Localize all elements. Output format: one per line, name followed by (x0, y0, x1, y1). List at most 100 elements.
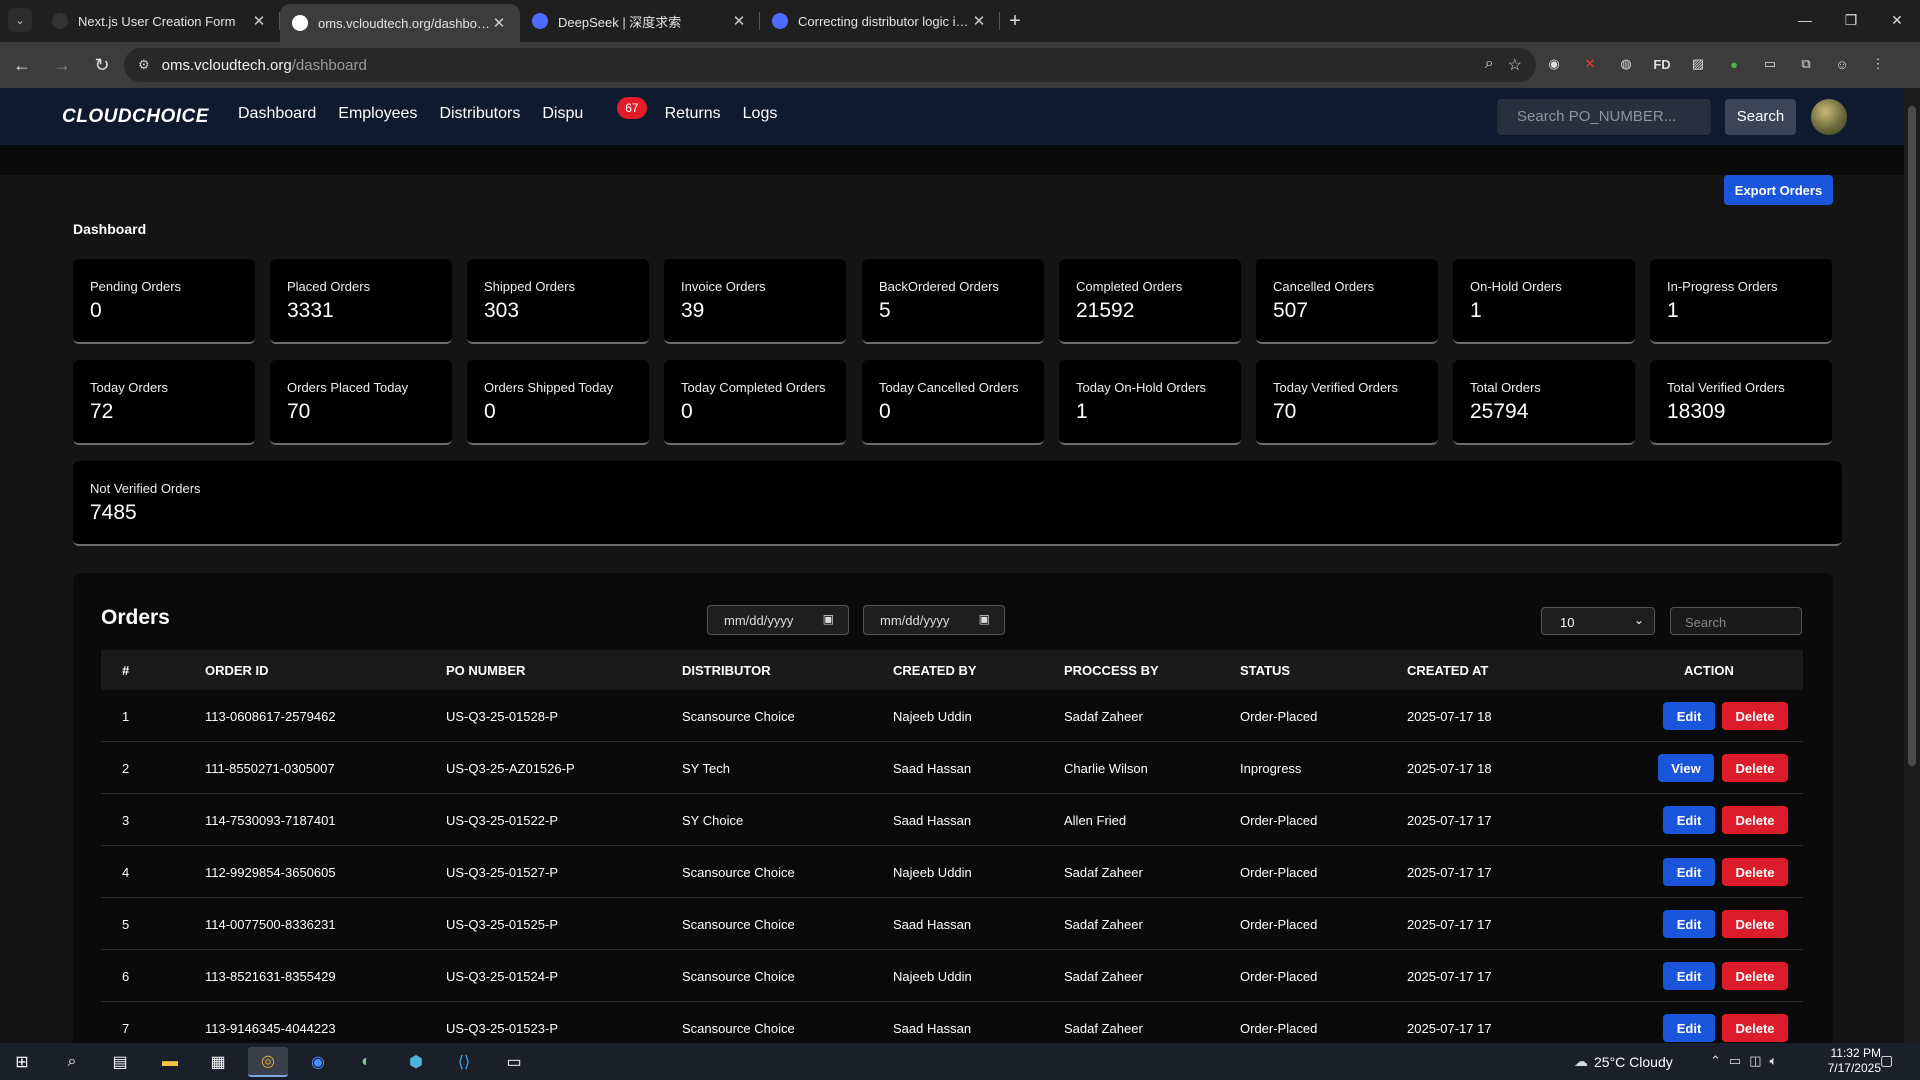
forward-icon[interactable]: → (44, 47, 80, 83)
close-tab-icon[interactable]: ✕ (490, 14, 508, 32)
delete-button[interactable]: Delete (1722, 702, 1788, 730)
extension-globe-icon[interactable]: ◍ (1612, 50, 1640, 78)
taskbar: ⊞ ⌕ ▤ ▬ ▦ ◎ ◉ ◐ ⬢ ⟨⟩ ▭ ☁ 25°C Cloudy ⌃ ▭ … (0, 1043, 1920, 1080)
tab-search-chevron-icon[interactable]: ⌄ (8, 8, 32, 32)
browser-tab[interactable]: oms.vcloudtech.org/dashboard ✕ (280, 4, 520, 42)
nav-distributors[interactable]: Distributors (439, 105, 520, 123)
scrollbar-thumb[interactable] (1908, 106, 1916, 766)
view-button[interactable]: View (1658, 754, 1714, 782)
zoom-icon[interactable]: ⌕ (1485, 55, 1494, 75)
po-search-input[interactable]: Search PO_NUMBER... (1497, 99, 1711, 135)
back-icon[interactable]: ← (4, 47, 40, 83)
extension-image-icon[interactable]: ▨ (1684, 50, 1712, 78)
battery-icon[interactable]: ▭ (1729, 1053, 1741, 1069)
delete-button[interactable]: Delete (1722, 858, 1788, 886)
created-at-cell: 2025-07-17 17 (1407, 917, 1492, 932)
bookmark-star-icon[interactable]: ☆ (1508, 55, 1522, 75)
windows-start-icon[interactable]: ⊞ (2, 1047, 42, 1077)
taskbar-search-icon[interactable]: ⌕ (52, 1047, 92, 1077)
edit-button[interactable]: Edit (1663, 858, 1715, 886)
delete-button[interactable]: Delete (1722, 754, 1788, 782)
extension-green-icon[interactable]: ● (1720, 50, 1748, 78)
site-info-icon[interactable]: ⚙ (138, 57, 150, 73)
stat-card-value: 70 (1273, 400, 1297, 423)
created-by-cell: Najeeb Uddin (893, 865, 972, 880)
file-explorer-icon[interactable]: ▬ (150, 1047, 190, 1077)
store-icon[interactable]: ▦ (198, 1047, 238, 1077)
address-bar[interactable]: ⚙ oms.vcloudtech.org /dashboard ⌕ ☆ (124, 48, 1536, 82)
created-at-cell: 2025-07-17 18 (1407, 709, 1492, 724)
user-avatar[interactable] (1811, 99, 1847, 135)
new-tab-icon[interactable]: + (1000, 0, 1030, 42)
edit-button[interactable]: Edit (1663, 806, 1715, 834)
volume-icon[interactable]: 🔈︎ (1770, 1053, 1778, 1069)
tray-chevron-icon[interactable]: ⌃ (1710, 1053, 1721, 1069)
close-window-icon[interactable]: ✕ (1874, 0, 1920, 40)
close-tab-icon[interactable]: ✕ (970, 12, 988, 30)
terminal-icon[interactable]: ▭ (494, 1047, 534, 1077)
end-date-input[interactable]: mm/dd/yyyy ▣ (863, 605, 1005, 635)
deepseek-favicon-icon (532, 13, 548, 29)
stat-card-label: Shipped Orders (484, 279, 576, 294)
vscode-icon[interactable]: ⟨⟩ (444, 1047, 484, 1077)
table-search-input[interactable]: Search (1670, 607, 1802, 635)
notifications-icon[interactable]: ▢ (1880, 1052, 1893, 1069)
browser-tab[interactable]: Correcting distributor logic in J ✕ (760, 0, 1000, 42)
delete-button[interactable]: Delete (1722, 910, 1788, 938)
nav-disputes[interactable]: Dispu 67 (542, 97, 647, 123)
nav-dashboard[interactable]: Dashboard (238, 105, 316, 123)
edit-button[interactable]: Edit (1663, 1014, 1715, 1042)
stat-card: In-Progress Orders 1 (1650, 259, 1832, 344)
mongodb-compass-icon[interactable]: ◐ (346, 1047, 386, 1077)
clock[interactable]: 11:32 PM 7/17/2025 (1805, 1046, 1881, 1076)
weather-widget[interactable]: ☁ 25°C Cloudy (1574, 1053, 1673, 1070)
edit-button[interactable]: Edit (1663, 910, 1715, 938)
close-tab-icon[interactable]: ✕ (250, 12, 268, 30)
edit-button[interactable]: Edit (1663, 962, 1715, 990)
delete-button[interactable]: Delete (1722, 1014, 1788, 1042)
distributor-cell: Scansource Choice (682, 865, 795, 880)
app-hex-icon[interactable]: ⬢ (396, 1047, 436, 1077)
process-by-cell: Sadaf Zaheer (1064, 969, 1143, 984)
nav-returns[interactable]: Returns (665, 105, 721, 123)
created-by-cell: Saad Hassan (893, 813, 972, 828)
start-date-input[interactable]: mm/dd/yyyy ▣ (707, 605, 849, 635)
stat-card-value: 39 (681, 299, 705, 322)
zoom-app-icon[interactable]: ◉ (298, 1047, 338, 1077)
extension-fd-icon[interactable]: FD (1648, 50, 1676, 78)
calendar-icon[interactable]: ▣ (979, 612, 990, 626)
extension-glasses-icon[interactable]: ◉ (1540, 50, 1568, 78)
edit-button[interactable]: Edit (1663, 702, 1715, 730)
profile-avatar-icon[interactable]: ☺ (1828, 50, 1856, 78)
export-orders-button[interactable]: Export Orders (1724, 175, 1833, 205)
reload-icon[interactable]: ↻ (84, 47, 120, 83)
orders-panel: Orders mm/dd/yyyy ▣ mm/dd/yyyy ▣ 10 ⌄ Searc… (73, 573, 1833, 1043)
browser-menu-icon[interactable]: ⋮ (1864, 50, 1892, 78)
delete-button[interactable]: Delete (1722, 806, 1788, 834)
calendar-icon[interactable]: ▣ (823, 612, 834, 626)
nav-employees[interactable]: Employees (338, 105, 417, 123)
stat-card: Completed Orders 21592 (1059, 259, 1241, 344)
extension-monitor-icon[interactable]: ▭ (1756, 50, 1784, 78)
close-tab-icon[interactable]: ✕ (730, 12, 748, 30)
app-logo[interactable]: CLOUDCHOICE (62, 106, 209, 128)
cloud-icon: ☁ (1574, 1053, 1588, 1069)
network-icon[interactable]: ◫ (1749, 1053, 1761, 1069)
po-search-button[interactable]: Search (1725, 99, 1796, 135)
chrome-icon[interactable]: ◎ (248, 1047, 288, 1077)
stat-card-value: 21592 (1076, 299, 1135, 322)
nav-logs[interactable]: Logs (743, 105, 778, 123)
start-date-placeholder: mm/dd/yyyy (724, 613, 794, 628)
browser-tab[interactable]: DeepSeek | 深度求索 ✕ (520, 0, 760, 42)
extensions-puzzle-icon[interactable]: ⧉ (1792, 50, 1820, 78)
table-header: # ORDER ID PO NUMBER DISTRIBUTOR CREATED BY P… (101, 650, 1803, 690)
delete-button[interactable]: Delete (1722, 962, 1788, 990)
minimize-icon[interactable]: — (1782, 0, 1828, 40)
url-host: oms.vcloudtech.org (161, 56, 292, 74)
rows-per-page-select[interactable]: 10 ⌄ (1541, 607, 1655, 635)
task-view-icon[interactable]: ▤ (100, 1047, 140, 1077)
page-scrollbar[interactable] (1904, 88, 1920, 1043)
restore-icon[interactable]: ❐ (1828, 0, 1874, 40)
extension-x-icon[interactable]: ✕ (1576, 50, 1604, 78)
browser-tab[interactable]: Next.js User Creation Form ✕ (40, 0, 280, 42)
